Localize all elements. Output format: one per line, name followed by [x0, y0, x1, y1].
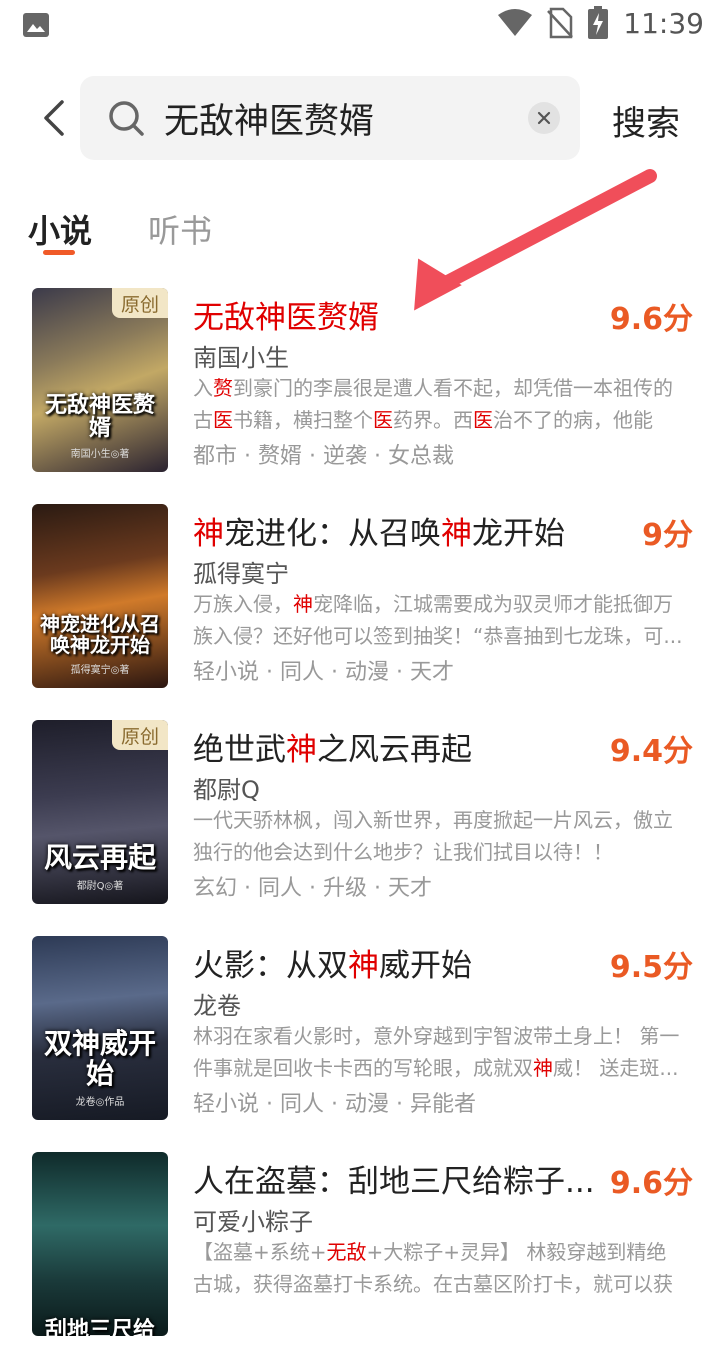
book-title: 火影：从双神威开始	[193, 948, 472, 984]
original-badge: 原创	[112, 720, 168, 750]
search-icon	[109, 101, 144, 136]
list-item[interactable]: 刮地三尺给 人在盗墓：刮地三尺给粽子... 9.6分 可爱小粽子 【盗墓+系统+…	[0, 1152, 720, 1368]
search-box[interactable]	[80, 76, 580, 160]
tab-novels[interactable]: 小说	[28, 206, 92, 252]
tab-bar: 小说 听书	[0, 200, 720, 260]
book-description: 【盗墓+系统+无敌+大粽子+灵异】 林毅穿越到精绝古城，获得盗墓打卡系统。在古墓…	[193, 1240, 673, 1296]
original-badge: 原创	[112, 288, 168, 318]
cover-author: 孤得寞宁◎著	[70, 665, 130, 676]
list-item[interactable]: 神宠进化从召唤神龙开始 孤得寞宁◎著 神宠进化：从召唤神龙开始 9分 孤得寞宁 …	[0, 504, 720, 720]
cover-title: 神宠进化从召唤神龙开始	[40, 612, 160, 657]
book-author: 孤得寞宁	[193, 560, 289, 588]
book-title: 无敌神医赘婿	[193, 300, 379, 336]
book-tags: 轻小说 · 同人 · 动漫 · 异能者	[193, 1092, 476, 1117]
clear-search-button[interactable]	[528, 102, 560, 134]
book-author: 南国小生	[193, 344, 289, 372]
book-rating: 9.5分	[609, 950, 693, 985]
book-rating: 9分	[642, 518, 693, 553]
book-rating: 9.6分	[609, 302, 693, 337]
status-bar: 11:39	[0, 0, 720, 50]
cover-title: 无敌神医赘婿	[44, 391, 155, 441]
book-tags: 玄幻 · 同人 · 升级 · 天才	[193, 876, 432, 901]
gallery-icon	[23, 13, 49, 37]
book-cover: 刮地三尺给	[32, 1152, 168, 1336]
book-author: 都尉Q	[193, 776, 260, 804]
cover-title: 风云再起	[43, 840, 156, 874]
book-title: 人在盗墓：刮地三尺给粽子...	[193, 1164, 595, 1200]
book-tags: 轻小说 · 同人 · 动漫 · 天才	[193, 660, 454, 685]
search-row: 搜索	[0, 76, 720, 160]
book-cover: 原创 无敌神医赘婿 南国小生◎著	[32, 288, 168, 472]
book-cover: 双神威开始 龙卷◎作品	[32, 936, 168, 1120]
back-arrow-icon[interactable]	[38, 98, 72, 138]
book-description: 万族入侵，神宠降临，江城需要成为驭灵师才能抵御万族入侵？还好他可以签到抽奖！“恭…	[193, 592, 683, 648]
cover-title: 双神威开始	[43, 1027, 156, 1090]
active-tab-indicator	[43, 250, 75, 255]
book-author: 可爱小粽子	[193, 1208, 313, 1236]
cover-author: 南国小生◎著	[70, 449, 130, 460]
cover-author: 龙卷◎作品	[75, 1097, 125, 1108]
battery-charging-icon	[588, 6, 609, 39]
book-title: 绝世武神之风云再起	[193, 732, 472, 768]
cover-title: 刮地三尺给	[44, 1316, 155, 1336]
book-rating: 9.6分	[609, 1166, 693, 1201]
book-author: 龙卷	[193, 992, 241, 1020]
close-icon	[537, 111, 551, 125]
book-rating: 9.4分	[609, 734, 693, 769]
list-item[interactable]: 原创 无敌神医赘婿 南国小生◎著 无敌神医赘婿 9.6分 南国小生 入赘到豪门的…	[0, 288, 720, 504]
cover-author: 都尉Q◎著	[76, 881, 124, 892]
tab-audiobooks[interactable]: 听书	[148, 206, 212, 252]
search-results-list: 原创 无敌神医赘婿 南国小生◎著 无敌神医赘婿 9.6分 南国小生 入赘到豪门的…	[0, 288, 720, 1368]
book-description: 一代天骄林枫，闯入新世界，再度掀起一片风云，傲立独行的他会达到什么地步？让我们拭…	[193, 808, 673, 864]
search-button[interactable]: 搜索	[612, 96, 680, 145]
search-input[interactable]	[164, 90, 544, 146]
book-description: 入赘到豪门的李晨很是遭人看不起，却凭借一本祖传的古医书籍，横扫整个医药界。西医治…	[193, 376, 673, 432]
clock: 11:39	[623, 6, 704, 40]
book-description: 林羽在家看火影时，意外穿越到宇智波带土身上！ 第一件事就是回收卡卡西的写轮眼，成…	[193, 1024, 680, 1080]
wifi-icon	[498, 9, 533, 36]
list-item[interactable]: 原创 风云再起 都尉Q◎著 绝世武神之风云再起 9.4分 都尉Q 一代天骄林枫，…	[0, 720, 720, 936]
book-tags: 都市 · 赘婿 · 逆袭 · 女总裁	[193, 444, 454, 469]
book-cover: 原创 风云再起 都尉Q◎著	[32, 720, 168, 904]
book-cover: 神宠进化从召唤神龙开始 孤得寞宁◎著	[32, 504, 168, 688]
book-title: 神宠进化：从召唤神龙开始	[193, 516, 565, 552]
no-sim-icon	[547, 7, 574, 39]
list-item[interactable]: 双神威开始 龙卷◎作品 火影：从双神威开始 9.5分 龙卷 林羽在家看火影时，意…	[0, 936, 720, 1152]
